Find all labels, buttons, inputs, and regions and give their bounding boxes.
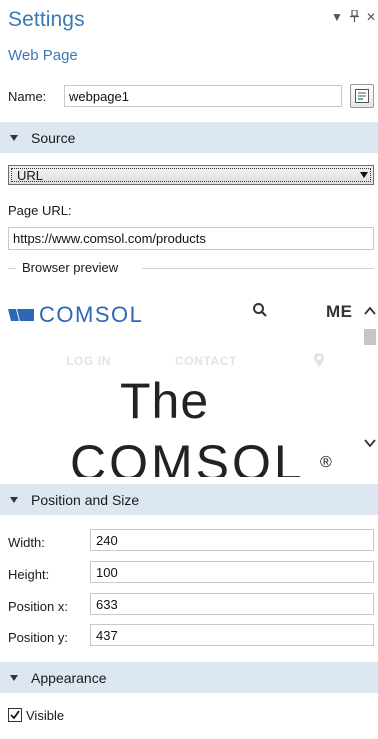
chevron-up-icon[interactable] bbox=[364, 306, 376, 315]
page-url-label: Page URL: bbox=[8, 203, 72, 218]
location-pin-icon[interactable] bbox=[314, 353, 324, 367]
collapse-triangle-icon bbox=[10, 496, 18, 503]
name-input[interactable] bbox=[64, 85, 342, 107]
section-appearance-header[interactable]: Appearance bbox=[0, 662, 378, 693]
close-icon[interactable]: ✕ bbox=[366, 10, 376, 25]
form-editor-button[interactable] bbox=[350, 84, 374, 108]
browser-preview[interactable]: COMSOL ME LOG IN CONTACT The COMSOL ® bbox=[8, 284, 378, 477]
visible-checkbox[interactable] bbox=[8, 708, 22, 722]
preview-scrollbar[interactable] bbox=[362, 284, 378, 477]
visible-label: Visible bbox=[26, 707, 65, 723]
focus-outline bbox=[11, 168, 371, 182]
height-input[interactable] bbox=[90, 561, 374, 583]
position-y-input[interactable] bbox=[90, 624, 374, 646]
scrollbar-thumb[interactable] bbox=[364, 329, 376, 345]
form-editor-icon bbox=[355, 89, 369, 103]
position-x-input[interactable] bbox=[90, 593, 374, 615]
section-source-label: Source bbox=[31, 129, 76, 146]
section-appearance-label: Appearance bbox=[31, 669, 107, 686]
height-label: Height: bbox=[8, 567, 50, 582]
comsol-logo-icon bbox=[8, 309, 34, 321]
panel-subtitle: Web Page bbox=[8, 47, 78, 64]
section-source-header[interactable]: Source bbox=[0, 122, 378, 153]
width-input[interactable] bbox=[90, 529, 374, 551]
section-position-size-label: Position and Size bbox=[31, 491, 140, 508]
name-row: Name: bbox=[0, 83, 378, 111]
divider bbox=[142, 268, 374, 269]
source-type-value: URL bbox=[17, 168, 44, 183]
panel-header: Settings ▼ ✕ bbox=[0, 0, 378, 40]
name-label: Name: bbox=[8, 89, 47, 104]
chevron-down-icon bbox=[360, 172, 368, 178]
pin-icon[interactable] bbox=[349, 9, 359, 25]
preview-headline-line1: The bbox=[120, 373, 210, 429]
search-icon[interactable] bbox=[252, 302, 268, 318]
page-url-input[interactable] bbox=[8, 227, 374, 250]
browser-preview-label: Browser preview bbox=[22, 260, 119, 275]
comsol-logo-text: COMSOL bbox=[39, 302, 144, 327]
browser-preview-legend: Browser preview bbox=[8, 260, 374, 276]
source-type-select[interactable]: URL bbox=[8, 165, 374, 185]
checkmark-icon bbox=[10, 710, 20, 720]
position-x-label: Position x: bbox=[8, 599, 68, 614]
window-controls: ▼ ✕ bbox=[331, 9, 376, 25]
dropdown-arrow-icon[interactable]: ▼ bbox=[331, 10, 343, 25]
divider bbox=[8, 268, 16, 269]
width-label: Width: bbox=[8, 535, 45, 550]
panel-title: Settings bbox=[8, 8, 85, 31]
collapse-triangle-icon bbox=[10, 674, 18, 681]
collapse-triangle-icon bbox=[10, 134, 18, 141]
preview-headline-line2: COMSOL bbox=[70, 435, 305, 477]
preview-registered-mark: ® bbox=[320, 454, 332, 471]
preview-menu-link[interactable]: ME bbox=[326, 302, 353, 322]
chevron-down-icon[interactable] bbox=[364, 439, 376, 448]
comsol-logo[interactable]: COMSOL bbox=[8, 302, 143, 328]
section-position-size-header[interactable]: Position and Size bbox=[0, 484, 378, 515]
preview-login-link[interactable]: LOG IN bbox=[66, 354, 111, 368]
position-y-label: Position y: bbox=[8, 630, 68, 645]
preview-contact-link[interactable]: CONTACT bbox=[175, 354, 237, 368]
visible-checkbox-row[interactable]: Visible bbox=[8, 706, 64, 724]
